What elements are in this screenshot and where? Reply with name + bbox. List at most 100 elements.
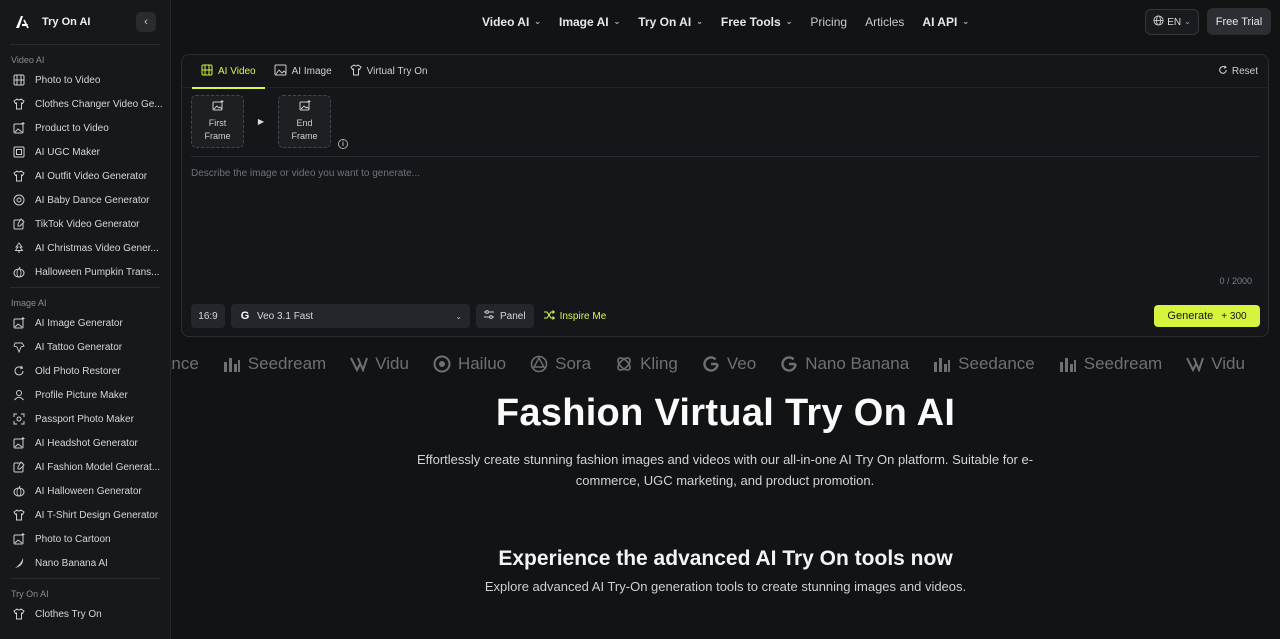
ugc-icon [13, 146, 25, 158]
info-icon[interactable]: i [338, 139, 348, 149]
sidebar-item-label: TikTok Video Generator [35, 218, 140, 230]
sidebar-item[interactable]: Passport Photo Maker [0, 407, 170, 431]
shirt-icon [13, 170, 25, 182]
section-title: Experience the advanced AI Try On tools … [498, 547, 953, 570]
image-plus-icon [13, 317, 25, 329]
sidebar-item-label: AI Baby Dance Generator [35, 194, 150, 206]
shirt-icon [13, 509, 25, 521]
sidebar-item[interactable]: TikTok Video Generator [0, 212, 170, 236]
sidebar-item[interactable]: AI Headshot Generator [0, 431, 170, 455]
nav-item[interactable]: Free Tools ⌄ [712, 15, 802, 29]
sidebar-item[interactable]: Photo to Cartoon [0, 527, 170, 551]
free-trial-button[interactable]: Free Trial [1207, 8, 1271, 35]
bars-icon [933, 355, 951, 373]
bars-icon [223, 355, 241, 373]
restore-icon [13, 365, 25, 377]
model-logo-label: Seedream [247, 354, 327, 373]
sidebar-item[interactable]: Product to Video [0, 116, 170, 140]
hero-title: Fashion Virtual Try On AI [495, 392, 956, 434]
sidebar-section-title: Image AI [11, 298, 47, 308]
brand-name[interactable]: Try On AI [42, 16, 91, 28]
sidebar-item[interactable]: AI Image Generator [0, 311, 170, 335]
sidebar-item-label: AI Headshot Generator [35, 437, 138, 449]
sidebar-item[interactable]: Halloween Pumpkin Trans... [0, 260, 170, 284]
inspire-me-button[interactable]: Inspire Me [540, 309, 607, 323]
chevron-left-icon[interactable]: ‹ [136, 12, 156, 32]
sidebar-item[interactable]: AI T-Shirt Design Generator [0, 503, 170, 527]
nav-item[interactable]: Articles [856, 15, 913, 29]
nav-item[interactable]: Video AI ⌄ [473, 15, 550, 29]
tab-label: AI Video [218, 65, 256, 77]
image-plus-icon [13, 533, 25, 545]
banana-icon [13, 557, 25, 569]
reset-button[interactable]: Reset [1218, 55, 1258, 88]
model-logo: Seedance [933, 354, 1035, 374]
sidebar-item[interactable]: Clothes Changer Video Ge... [0, 92, 170, 116]
sidebar-item[interactable]: AI Outfit Video Generator [0, 164, 170, 188]
globe-icon [1153, 15, 1164, 29]
chevron-down-icon: ⌄ [455, 311, 462, 321]
sidebar-item[interactable]: Nano Banana AI [0, 551, 170, 575]
frame-uploads: First Frame ▶ End Frame [191, 95, 331, 148]
model-logo-label: Vidu [375, 354, 409, 373]
kling-icon [615, 355, 633, 373]
generate-cost: + 300 [1221, 310, 1247, 322]
sidebar-item-label: Product to Video [35, 122, 109, 134]
baby-icon [13, 194, 25, 206]
sidebar-item[interactable]: Old Photo Restorer [0, 359, 170, 383]
model-logo: Seedream [223, 354, 326, 374]
nav-item-label: Pricing [810, 15, 848, 29]
brand-logo-icon[interactable] [14, 14, 30, 30]
model-selector[interactable]: G Veo 3.1 Fast ⌄ [231, 304, 470, 328]
tab-ai-image[interactable]: AI Image [265, 55, 341, 88]
inspire-me-label: Inspire Me [559, 310, 607, 322]
sidebar-section-title: Try On AI [11, 589, 49, 599]
end-frame-upload[interactable]: End Frame [278, 95, 331, 148]
aspect-ratio-selector[interactable]: 16:9 [191, 304, 225, 328]
first-frame-upload[interactable]: First Frame [191, 95, 244, 148]
nav-item[interactable]: Image AI ⌄ [550, 15, 629, 29]
sidebar-item-label: Photo to Cartoon [35, 533, 111, 545]
generate-button[interactable]: Generate + 300 [1154, 305, 1260, 327]
edit-image-icon [13, 461, 25, 473]
nav-item[interactable]: AI API ⌄ [913, 15, 978, 29]
refresh-icon [1218, 65, 1228, 78]
shuffle-icon [543, 309, 555, 323]
model-logo: Veo [702, 354, 756, 374]
vidu-icon [1186, 355, 1205, 373]
tab-ai-video[interactable]: AI Video [192, 55, 265, 89]
nav-item-label: Try On AI [638, 15, 692, 29]
sidebar-item[interactable]: AI Halloween Generator [0, 479, 170, 503]
sidebar-item-label: AI Fashion Model Generat... [35, 461, 161, 473]
film-icon [13, 74, 25, 86]
sidebar-item[interactable]: Profile Picture Maker [0, 383, 170, 407]
first-frame-label-line1: First [208, 118, 227, 128]
chevron-down-icon: ⌄ [1184, 16, 1191, 26]
model-logo-label: edance [171, 354, 199, 373]
language-selector[interactable]: EN ⌄ [1145, 9, 1199, 35]
panel-button[interactable]: Panel [476, 304, 534, 328]
sidebar-item[interactable]: Clothes Try On [0, 602, 170, 626]
nav-item[interactable]: Pricing [801, 15, 856, 29]
pumpkin-icon [13, 485, 25, 497]
sidebar-item[interactable]: Photo to Video [0, 68, 170, 92]
first-frame-label-line2: Frame [204, 131, 231, 141]
nav-item[interactable]: Try On AI ⌄ [629, 15, 712, 29]
sidebar-item[interactable]: AI Tattoo Generator [0, 335, 170, 359]
shirt-icon [13, 98, 25, 110]
google-icon [702, 355, 720, 373]
shirt-icon [13, 608, 25, 620]
sidebar-item[interactable]: AI Baby Dance Generator [0, 188, 170, 212]
nav-item-label: AI API [922, 15, 958, 29]
sidebar-item[interactable]: AI Christmas Video Gener... [0, 236, 170, 260]
model-logo: Vidu [350, 354, 409, 374]
sidebar-item-label: AI Outfit Video Generator [35, 170, 148, 182]
sidebar-header: Try On AI ‹ [0, 0, 170, 44]
chevron-down-icon: ⌄ [962, 16, 970, 26]
tab-virtual-try-on[interactable]: Virtual Try On [341, 55, 437, 88]
sidebar-item-label: AI Image Generator [35, 317, 123, 329]
sidebar-item[interactable]: AI UGC Maker [0, 140, 170, 164]
sidebar-item-label: Photo to Video [35, 74, 101, 86]
prompt-input[interactable]: Describe the image or video you want to … [191, 168, 420, 179]
sidebar-item[interactable]: AI Fashion Model Generat... [0, 455, 170, 479]
